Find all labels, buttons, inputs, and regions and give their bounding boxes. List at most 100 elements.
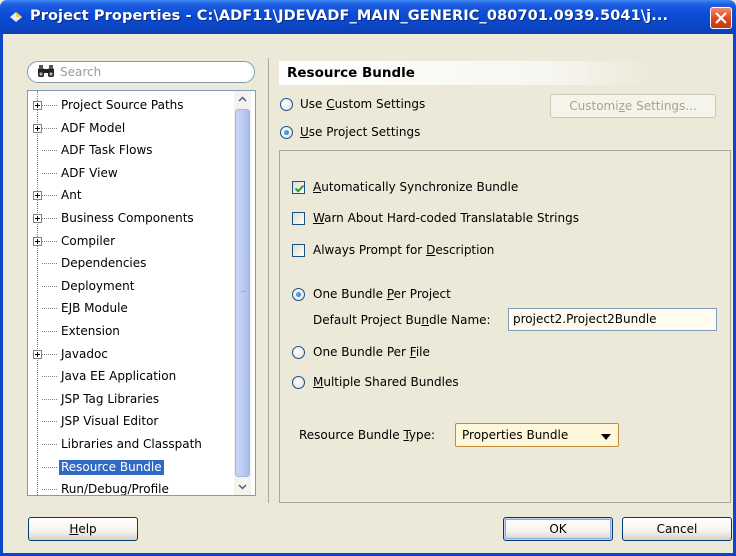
bundle-type-label: Resource Bundle Type: [299,428,436,442]
use-project-settings-radio[interactable] [280,126,293,139]
help-button[interactable]: Help [28,517,138,541]
tree-item-label: Compiler [61,233,116,248]
one-bundle-per-file-radio[interactable] [292,346,305,359]
tree-connector [42,444,57,445]
default-bundle-name-field[interactable] [508,308,717,331]
multiple-shared-bundles-radio[interactable] [292,376,305,389]
expand-plus-icon[interactable] [33,214,42,223]
search-input[interactable] [60,64,245,80]
tree-item-label: Javadoc [61,346,108,361]
tree-item[interactable]: ADF Task Flows [28,140,236,162]
tree-item[interactable]: Run/Debug/Profile [28,479,236,496]
one-bundle-per-project-radio[interactable] [292,288,305,301]
tree-item-label: JSP Tag Libraries [61,391,160,406]
tree-item-label: Resource Bundle [59,459,164,475]
dropdown-arrow-icon [601,434,611,440]
use-custom-settings-radio[interactable] [280,98,293,111]
customize-settings-button[interactable]: Customize Settings... [550,94,716,118]
chevron-up-icon [238,96,247,102]
tree-item-label: Java EE Application [61,369,177,384]
scroll-thumb[interactable] [235,109,250,477]
tree-item[interactable]: Resource Bundle [28,457,236,479]
tree-item-label: Libraries and Classpath [61,437,202,451]
tree-item[interactable]: Java EE Application [28,366,236,388]
auto-sync-label[interactable]: Automatically Synchronize Bundle [313,180,518,194]
category-tree[interactable]: Project Source Paths ADF Model ADF Task Fl… [27,90,256,496]
tree-item-label: Ant [61,188,82,203]
expand-plus-icon[interactable] [33,236,42,246]
warn-hardcoded-label[interactable]: Warn About Hard-coded Translatable Strin… [313,211,579,225]
binoculars-icon [38,65,54,77]
always-prompt-checkbox[interactable] [292,244,305,257]
tree-connector [42,331,57,332]
chevron-down-icon [238,484,247,490]
tree-connector [42,308,57,310]
tree-item-label: ADF Task Flows [61,143,153,158]
default-bundle-name-label: Default Project Bundle Name: [313,313,491,327]
tree-item[interactable]: Libraries and Classpath [28,434,236,456]
panel-title: Resource Bundle [287,65,415,81]
tree-item-label: Extension [61,324,120,338]
checkmark-icon [294,184,305,193]
tree-connector [42,172,57,174]
bundle-type-select[interactable]: Properties Bundle [455,423,619,447]
window-title: Project Properties - C:\ADF11\JDEVADF_MA… [30,8,669,24]
tree-item[interactable]: Javadoc [28,344,236,366]
tree-item[interactable]: JSP Visual Editor [28,411,236,433]
tree-item-label: EJB Module [61,301,128,316]
use-custom-settings-label[interactable]: Use Custom Settings [300,97,425,111]
expand-plus-icon[interactable] [33,349,42,359]
tree-item-label: ADF Model [61,120,126,135]
tree-item-label: Dependencies [61,256,147,271]
tree-item-label: Business Components [61,211,194,225]
tree-item[interactable]: Project Source Paths [28,95,236,117]
tree-connector [42,240,57,242]
tree-connector [42,150,57,152]
tree-item[interactable]: Compiler [28,231,236,253]
tree-connector [42,353,57,355]
cancel-button[interactable]: Cancel [622,517,732,541]
expand-plus-icon[interactable] [33,123,42,133]
title-bar[interactable]: Project Properties - C:\ADF11\JDEVADF_MA… [0,0,736,34]
always-prompt-label[interactable]: Always Prompt for Description [313,243,494,257]
tree-connector [42,466,57,468]
tree-connector [42,421,57,423]
panel-splitter[interactable] [268,58,269,503]
ok-button[interactable]: OK [503,517,613,541]
tree-connector [42,195,57,197]
tree-connector [42,127,57,129]
auto-sync-checkbox[interactable] [292,181,305,194]
bundle-type-value: Properties Bundle [462,428,569,442]
search-box[interactable] [27,61,255,83]
tree-item[interactable]: Extension [28,321,236,343]
tree-connector [42,285,57,287]
tree-connector [42,218,57,219]
tree-item-label: Deployment [61,278,135,293]
tree-item[interactable]: JSP Tag Libraries [28,389,236,411]
tree-item[interactable]: Ant [28,185,236,207]
default-bundle-name-input[interactable] [513,312,713,326]
multiple-shared-bundles-label[interactable]: Multiple Shared Bundles [313,375,459,389]
tree-item[interactable]: ADF View [28,163,236,185]
tree-item-label: JSP Visual Editor [61,414,159,429]
tree-item[interactable]: EJB Module [28,298,236,320]
tree-connector [42,376,57,378]
tree-item-label: ADF View [61,165,118,180]
tree-item[interactable]: Business Components [28,208,236,230]
close-button[interactable] [710,7,732,29]
tree-scrollbar[interactable] [234,91,251,495]
tree-item[interactable]: ADF Model [28,118,236,140]
use-project-settings-label[interactable]: Use Project Settings [300,125,420,139]
tree-connector [42,263,57,265]
scroll-down-button[interactable] [234,478,251,495]
tree-item-label: Run/Debug/Profile [61,482,169,496]
expand-plus-icon[interactable] [33,191,42,201]
tree-item[interactable]: Dependencies [28,253,236,275]
tree-connector [42,489,57,491]
scroll-up-button[interactable] [234,91,251,108]
tree-item[interactable]: Deployment [28,276,236,298]
one-bundle-per-file-label[interactable]: One Bundle Per File [313,345,430,359]
expand-plus-icon[interactable] [33,101,42,110]
warn-hardcoded-checkbox[interactable] [292,212,305,225]
one-bundle-per-project-label[interactable]: One Bundle Per Project [313,287,451,301]
